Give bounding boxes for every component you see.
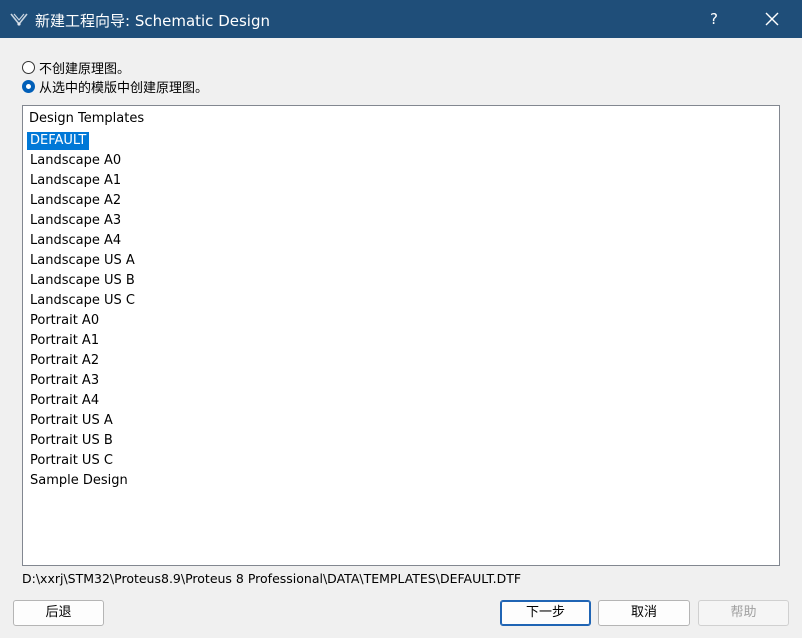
template-item-label: Portrait A0 bbox=[30, 313, 100, 328]
template-item[interactable]: Portrait A2 bbox=[27, 352, 138, 372]
title-bar: 新建工程向导: Schematic Design ? bbox=[0, 0, 802, 38]
template-item[interactable]: Portrait A4 bbox=[27, 392, 138, 412]
template-item-label: Landscape A3 bbox=[30, 213, 122, 228]
back-button[interactable]: 后退 bbox=[13, 600, 104, 626]
template-item[interactable]: Landscape US A bbox=[27, 252, 138, 272]
template-item-label: Landscape A0 bbox=[30, 153, 122, 168]
template-item[interactable]: Landscape A4 bbox=[27, 232, 138, 252]
template-item[interactable]: Landscape US C bbox=[27, 292, 138, 312]
template-item[interactable]: Landscape A0 bbox=[27, 152, 138, 172]
template-item-label: Landscape US A bbox=[30, 253, 135, 268]
template-item-label: Portrait US A bbox=[30, 413, 113, 428]
template-item-label: Landscape A2 bbox=[30, 193, 122, 208]
from-template-radio[interactable] bbox=[22, 79, 35, 93]
template-item[interactable]: Portrait US C bbox=[27, 452, 138, 472]
help-title-button[interactable]: ? bbox=[702, 0, 726, 38]
template-item-label: Portrait A3 bbox=[30, 373, 100, 388]
close-button[interactable] bbox=[755, 0, 789, 38]
next-button[interactable]: 下一步 bbox=[500, 600, 591, 626]
template-item[interactable]: Portrait A0 bbox=[27, 312, 138, 332]
template-item-label: DEFAULT bbox=[27, 132, 90, 150]
template-item[interactable]: Landscape US B bbox=[27, 272, 138, 292]
template-item[interactable]: DEFAULT bbox=[27, 132, 138, 152]
template-item-label: Landscape US B bbox=[30, 273, 135, 288]
template-item[interactable]: Landscape A1 bbox=[27, 172, 138, 192]
template-item[interactable]: Portrait US B bbox=[27, 432, 138, 452]
proteus-app-icon bbox=[10, 13, 28, 26]
template-item-label: Sample Design bbox=[30, 473, 128, 488]
no-schematic-radio[interactable] bbox=[22, 60, 35, 74]
template-item[interactable]: Sample Design bbox=[27, 472, 138, 492]
template-listbox[interactable]: Design Templates DEFAULT Landscape A0 Land… bbox=[22, 105, 780, 566]
template-list[interactable]: DEFAULT Landscape A0 Landscape A1 Landscape… bbox=[27, 132, 138, 492]
list-header: Design Templates bbox=[29, 111, 145, 126]
template-path: D:\xxrj\STM32\Proteus8.9\Proteus 8 Profe… bbox=[22, 571, 522, 586]
from-template-label[interactable]: 从选中的模版中创建原理图。 bbox=[39, 77, 208, 96]
template-item[interactable]: Landscape A2 bbox=[27, 192, 138, 212]
template-item-label: Portrait US C bbox=[30, 453, 113, 468]
template-item[interactable]: Portrait A3 bbox=[27, 372, 138, 392]
template-item-label: Portrait A4 bbox=[30, 393, 100, 408]
template-item-label: Portrait US B bbox=[30, 433, 113, 448]
no-schematic-option[interactable]: 不创建原理图。 bbox=[22, 58, 130, 77]
template-item-label: Portrait A1 bbox=[30, 333, 100, 348]
template-item[interactable]: Portrait US A bbox=[27, 412, 138, 432]
from-template-option[interactable]: 从选中的模版中创建原理图。 bbox=[22, 77, 208, 96]
template-item-label: Landscape A1 bbox=[30, 173, 122, 188]
template-item-label: Portrait A2 bbox=[30, 353, 100, 368]
template-item-label: Landscape A4 bbox=[30, 233, 122, 248]
window-title: 新建工程向导: Schematic Design bbox=[35, 12, 270, 30]
help-button[interactable]: 帮助 bbox=[698, 600, 789, 626]
no-schematic-label[interactable]: 不创建原理图。 bbox=[39, 58, 130, 77]
template-item-label: Landscape US C bbox=[30, 293, 135, 308]
cancel-button[interactable]: 取消 bbox=[598, 600, 690, 626]
template-item[interactable]: Landscape A3 bbox=[27, 212, 138, 232]
close-icon bbox=[765, 12, 779, 26]
template-item[interactable]: Portrait A1 bbox=[27, 332, 138, 352]
